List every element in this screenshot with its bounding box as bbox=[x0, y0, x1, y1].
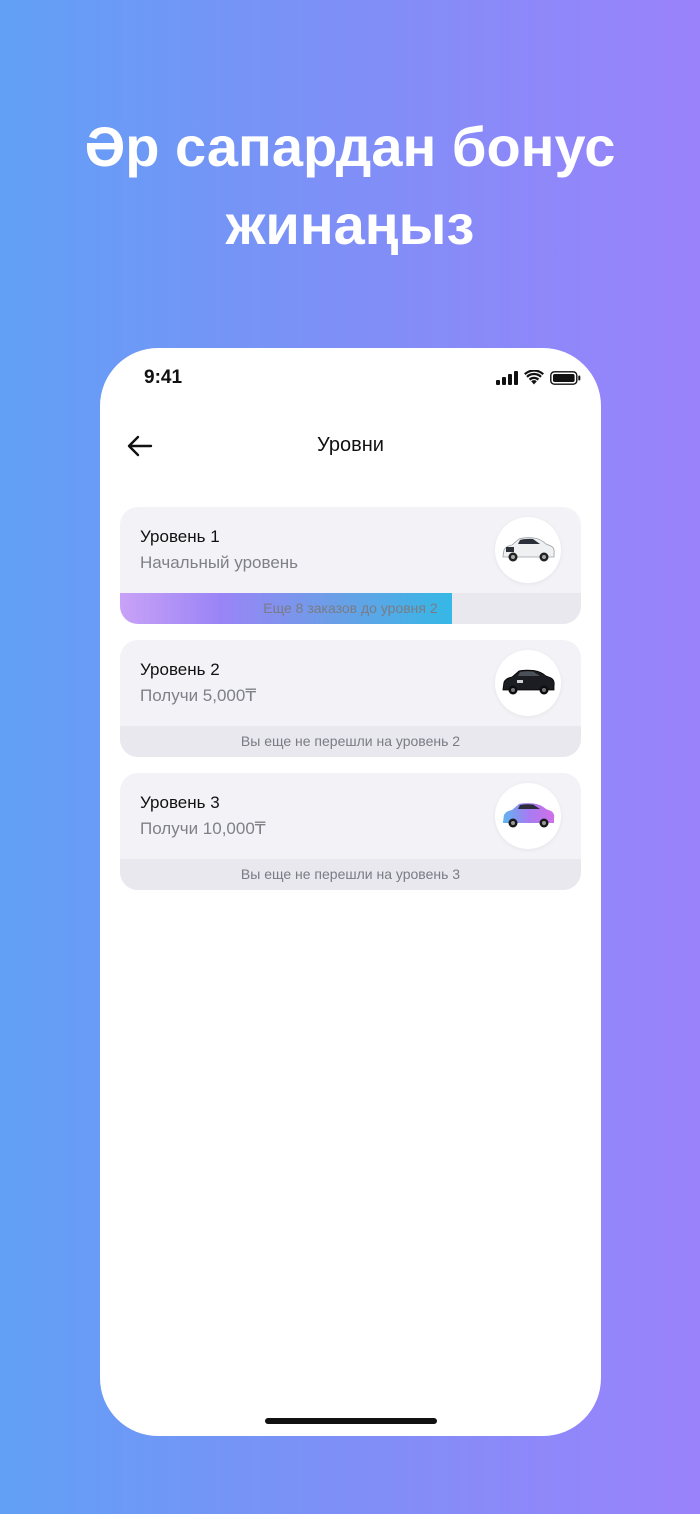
level-footer: Вы еще не перешли на уровень 3 bbox=[120, 859, 581, 890]
status-time: 9:41 bbox=[144, 367, 183, 388]
home-indicator bbox=[265, 1418, 437, 1424]
level-footer-text: Вы еще не перешли на уровень 3 bbox=[240, 866, 461, 882]
car-avatar bbox=[495, 650, 561, 716]
page-title: Уровни bbox=[317, 434, 384, 456]
phone-frame: 9:41 Уровни Уровень 1 Начальный уровень … bbox=[100, 348, 601, 1436]
wifi-icon bbox=[524, 370, 544, 385]
progress-bar: Еще 8 заказов до уровня 2 bbox=[120, 593, 581, 624]
level-card-2[interactable]: Уровень 2 Получи 5,000₸ Вы еще не перешл… bbox=[120, 640, 581, 757]
status-bar: 9:41 bbox=[100, 348, 601, 404]
car-avatar bbox=[495, 517, 561, 583]
signal-icon bbox=[496, 370, 518, 385]
level-card-3[interactable]: Уровень 3 Получи 10,000₸ Вы еще не переш… bbox=[120, 773, 581, 890]
battery-icon bbox=[550, 370, 581, 385]
level-subtitle: Получи 5,000₸ bbox=[140, 686, 257, 705]
car-avatar bbox=[495, 783, 561, 849]
level-title: Уровень 3 bbox=[140, 793, 220, 812]
level-title: Уровень 2 bbox=[140, 660, 220, 679]
nav-bar: Уровни bbox=[100, 420, 601, 470]
promo-title-line-1: Әр сапардан бонус bbox=[84, 115, 616, 178]
status-icons bbox=[496, 370, 581, 385]
promo-title-line-2: жинаңыз bbox=[225, 193, 475, 256]
level-subtitle: Начальный уровень bbox=[140, 553, 299, 572]
level-subtitle: Получи 10,000₸ bbox=[140, 819, 266, 838]
purple-car-icon bbox=[503, 803, 555, 828]
white-car-icon bbox=[502, 537, 555, 562]
level-card-1[interactable]: Уровень 1 Начальный уровень Еще 8 заказо… bbox=[120, 507, 581, 624]
black-car-icon bbox=[502, 669, 555, 695]
level-footer-text: Вы еще не перешли на уровень 2 bbox=[240, 733, 461, 749]
level-footer: Вы еще не перешли на уровень 2 bbox=[120, 726, 581, 757]
promo-title: Әр сапардан бонус жинаңыз bbox=[0, 108, 700, 264]
level-title: Уровень 1 bbox=[140, 527, 220, 546]
level-footer-text: Еще 8 заказов до уровня 2 bbox=[263, 600, 438, 616]
